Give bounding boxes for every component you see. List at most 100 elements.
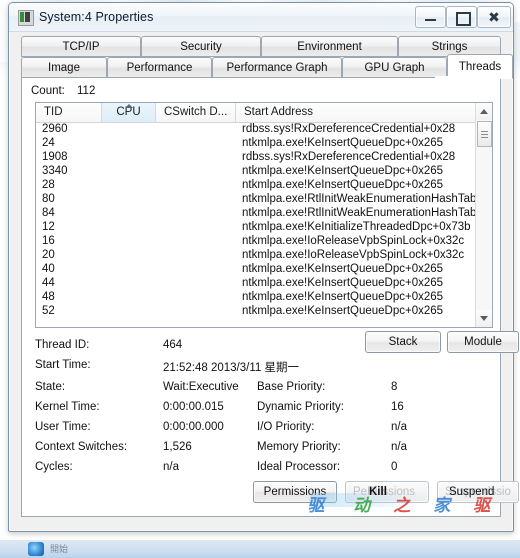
cell-start-address: ntkmlpa.exe!IoReleaseVpbSpinLock+0x32c <box>242 235 465 247</box>
action-button-bar: Permissions PeKillssions Suspendssio ns … <box>35 481 519 507</box>
process-explorer-icon <box>18 10 34 26</box>
cycles-label: Cycles: <box>35 461 73 473</box>
thread-count-label: Count: <box>31 85 65 97</box>
scroll-up-button[interactable] <box>476 103 492 120</box>
permissions-button[interactable]: Permissions <box>253 481 337 503</box>
table-row[interactable]: 28 ntkmlpa.exe!KeInsertQueueDpc+0x265 <box>36 178 492 192</box>
cell-start-address: ntkmlpa.exe!KeInsertQueueDpc+0x265 <box>242 263 444 275</box>
maximize-icon <box>456 12 471 26</box>
cell-tid: 28 <box>42 179 55 191</box>
table-row[interactable]: 20 ntkmlpa.exe!IoReleaseVpbSpinLock+0x32c <box>36 248 492 262</box>
cell-start-address: ntkmlpa.exe!KeInsertQueueDpc+0x265 <box>242 137 444 149</box>
column-header-tid[interactable]: TID <box>36 103 102 122</box>
tab-row-bottom: Image Performance Performance Graph GPU … <box>21 54 513 79</box>
properties-window: System:4 Properties ✖ TCP/IP Security En… <box>8 2 520 532</box>
start-time-label: Start Time: <box>35 359 91 371</box>
memory-priority-label: Memory Priority: <box>257 441 341 453</box>
cell-start-address: rdbss.sys!RxDereferenceCredential+0x28 <box>242 123 456 135</box>
scrollbar-track[interactable] <box>476 120 492 310</box>
start-orb-icon[interactable] <box>28 542 44 556</box>
thread-id-value: 464 <box>163 339 183 351</box>
user-time-label: User Time: <box>35 421 91 433</box>
cell-tid: 3340 <box>42 165 68 177</box>
cell-tid: 20 <box>42 249 55 261</box>
cell-start-address: ntkmlpa.exe!KeInsertQueueDpc+0x265 <box>242 165 444 177</box>
minimize-icon <box>425 19 436 21</box>
io-priority-value: n/a <box>391 421 407 433</box>
cell-tid: 84 <box>42 207 55 219</box>
table-row[interactable]: 80 ntkmlpa.exe!RtlInitWeakEnumerationHash… <box>36 192 492 206</box>
table-row[interactable]: 1908 rdbss.sys!RxDereferenceCredential+0x… <box>36 150 492 164</box>
cell-start-address: ntkmlpa.exe!KeInsertQueueDpc+0x265 <box>242 291 444 303</box>
threads-list-header: TID CPU CSwitch D... Start Address <box>36 103 492 123</box>
cell-start-address: ntkmlpa.exe!IoReleaseVpbSpinLock+0x32c <box>242 249 465 261</box>
taskbar[interactable]: 開始 <box>0 540 520 558</box>
close-button[interactable]: ✖ <box>477 6 511 28</box>
cell-tid: 52 <box>42 305 55 317</box>
kill-button-label: Kill <box>369 486 387 498</box>
scrollbar-thumb[interactable] <box>477 121 492 147</box>
kill-button[interactable] <box>345 481 429 503</box>
tab-environment[interactable]: Environment <box>261 36 398 57</box>
tab-image[interactable]: Image <box>21 57 107 78</box>
table-row[interactable]: 2960 rdbss.sys!RxDereferenceCredential+0x… <box>36 122 492 136</box>
table-row[interactable]: 44 ntkmlpa.exe!KeInsertQueueDpc+0x265 <box>36 276 492 290</box>
table-row[interactable]: 24 ntkmlpa.exe!KeInsertQueueDpc+0x265 <box>36 136 492 150</box>
taskbar-label: 開始 <box>50 544 69 554</box>
table-row[interactable]: 52 ntkmlpa.exe!KeInsertQueueDpc+0x265 <box>36 304 492 318</box>
cell-start-address: ntkmlpa.exe!KeInsertQueueDpc+0x265 <box>242 305 444 317</box>
cycles-value: n/a <box>163 461 179 473</box>
maximize-button[interactable] <box>446 6 477 28</box>
stack-button[interactable]: Stack <box>365 331 441 353</box>
table-row[interactable]: 16 ntkmlpa.exe!IoReleaseVpbSpinLock+0x32c <box>36 234 492 248</box>
state-label: State: <box>35 381 66 393</box>
cell-start-address: ntkmlpa.exe!RtlInitWeakEnumerationHashTa… <box>242 207 492 219</box>
cell-tid: 12 <box>42 221 55 233</box>
tab-performance[interactable]: Performance <box>107 57 212 78</box>
cell-start-address: ntkmlpa.exe!KeInsertQueueDpc+0x265 <box>242 179 444 191</box>
state-value: Wait:Executive <box>163 381 239 393</box>
cell-tid: 24 <box>42 137 55 149</box>
cell-start-address: ntkmlpa.exe!KeInsertQueueDpc+0x265 <box>242 277 444 289</box>
ideal-processor-value: 0 <box>391 461 398 473</box>
cell-tid: 48 <box>42 291 55 303</box>
cell-tid: 2960 <box>42 123 68 135</box>
cell-tid: 44 <box>42 277 55 289</box>
table-row[interactable]: 12 ntkmlpa.exe!KeInitializeThreadedDpc+0x… <box>36 220 492 234</box>
cell-tid: 40 <box>42 263 55 275</box>
table-row[interactable]: 40 ntkmlpa.exe!KeInsertQueueDpc+0x265 <box>36 262 492 276</box>
cell-start-address: rdbss.sys!RxDereferenceCredential+0x28 <box>242 151 456 163</box>
table-row[interactable]: 84 ntkmlpa.exe!RtlInitWeakEnumerationHash… <box>36 206 492 220</box>
threads-list[interactable]: TID CPU CSwitch D... Start Address 2960 r… <box>35 102 493 328</box>
column-header-cpu[interactable]: CPU <box>102 103 156 122</box>
table-row[interactable]: 48 ntkmlpa.exe!KeInsertQueueDpc+0x265 <box>36 290 492 304</box>
threads-list-scrollbar[interactable] <box>475 103 492 327</box>
dynamic-priority-value: 16 <box>391 401 404 413</box>
tab-gpu-graph[interactable]: GPU Graph <box>342 57 447 78</box>
window-title: System:4 Properties <box>39 10 154 24</box>
suspend-button-label: Suspend <box>449 486 495 498</box>
io-priority-label: I/O Priority: <box>257 421 315 433</box>
tab-strip: TCP/IP Security Environment Strings Imag… <box>21 36 513 79</box>
table-row[interactable]: 3340 ntkmlpa.exe!KeInsertQueueDpc+0x265 <box>36 164 492 178</box>
base-priority-value: 8 <box>391 381 398 393</box>
title-bar[interactable]: System:4 Properties ✖ <box>9 3 513 32</box>
start-time-value: 21:52:48 2013/3/11 星期一 <box>163 362 299 374</box>
context-switches-label: Context Switches: <box>35 441 128 453</box>
tab-tcp-ip[interactable]: TCP/IP <box>21 36 141 57</box>
column-header-start-address[interactable]: Start Address <box>236 103 492 122</box>
tab-performance-graph[interactable]: Performance Graph <box>212 57 342 78</box>
memory-priority-value: n/a <box>391 441 407 453</box>
column-header-cswitch-delta[interactable]: CSwitch D... <box>156 103 236 122</box>
selected-tab-notch <box>435 76 501 79</box>
minimize-button[interactable] <box>415 6 446 28</box>
base-priority-label: Base Priority: <box>257 381 326 393</box>
tab-security[interactable]: Security <box>141 36 261 57</box>
scroll-down-button[interactable] <box>476 310 492 327</box>
module-button[interactable]: Module <box>447 331 519 353</box>
user-time-value: 0:00:00.000 <box>163 421 224 433</box>
ideal-processor-label: Ideal Processor: <box>257 461 341 473</box>
dynamic-priority-label: Dynamic Priority: <box>257 401 344 413</box>
cell-start-address: ntkmlpa.exe!RtlInitWeakEnumerationHashTa… <box>242 193 492 205</box>
threads-list-rows[interactable]: 2960 rdbss.sys!RxDereferenceCredential+0x… <box>36 122 492 327</box>
